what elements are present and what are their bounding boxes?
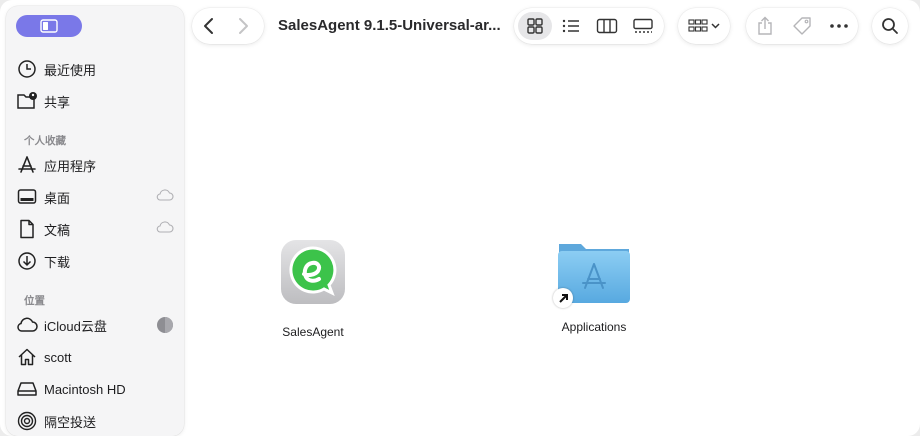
sidebar-item-label: Macintosh HD: [44, 381, 126, 397]
icloud-status-icon: [156, 189, 174, 204]
view-mode-group: [514, 8, 664, 44]
salesagent-app-icon: [279, 238, 347, 311]
sidebar-item-documents[interactable]: 文稿: [16, 214, 176, 244]
desktop-icon: [16, 186, 38, 208]
sidebar-item-shared[interactable]: 共享: [16, 86, 176, 116]
alias-arrow-icon: [553, 288, 573, 308]
icloud-status-icon: [156, 221, 174, 236]
sidebar-item-label: 共享: [44, 94, 71, 110]
airdrop-icon: [16, 410, 38, 432]
file-name: SalesAgent: [282, 325, 344, 339]
finder-window: 最近使用 共享 个人收藏 应用程序 桌面 文稿 下载 位置 iCloud云盘 s…: [0, 0, 920, 436]
applications-folder-icon: [553, 238, 634, 308]
gallery-view-button[interactable]: [626, 12, 660, 40]
file-item-salesagent[interactable]: SalesAgent: [253, 238, 373, 339]
sidebar-item-desktop[interactable]: 桌面: [16, 182, 176, 212]
locations-header: 位置: [24, 295, 45, 307]
gallery-icon: [633, 18, 653, 33]
sidebar-item-label: 应用程序: [44, 158, 97, 174]
file-item-applications[interactable]: Applications: [534, 238, 654, 334]
sidebar-item-label: 桌面: [44, 190, 71, 206]
sidebar-item-home[interactable]: scott: [16, 342, 176, 372]
ellipsis-icon: [830, 24, 849, 28]
sidebar-item-recents[interactable]: 最近使用: [16, 54, 176, 84]
tag-button[interactable]: [787, 12, 817, 40]
sidebar-item-label: scott: [44, 349, 72, 365]
share-button[interactable]: [750, 12, 780, 40]
share-icon: [757, 16, 772, 35]
more-button[interactable]: [824, 12, 854, 40]
downloads-icon: [16, 250, 38, 272]
search-button[interactable]: [872, 8, 908, 44]
home-icon: [16, 346, 38, 368]
column-view-button[interactable]: [590, 12, 624, 40]
sidebar-item-macintosh-hd[interactable]: Macintosh HD: [16, 374, 176, 404]
icloud-icon: [16, 314, 38, 336]
shared-folder-icon: [16, 90, 38, 112]
sidebar-item-icloud-drive[interactable]: iCloud云盘: [16, 310, 176, 340]
list-view-button[interactable]: [554, 12, 588, 40]
clock-icon: [16, 58, 38, 80]
list-icon: [562, 19, 579, 33]
sidebar-item-downloads[interactable]: 下载: [16, 246, 176, 276]
window-title: SalesAgent 9.1.5-Universal-ar...: [278, 17, 501, 34]
forward-button[interactable]: [226, 12, 260, 40]
sidebar-item-airdrop[interactable]: 隔空投送: [16, 406, 176, 436]
sync-progress-icon: [156, 316, 174, 337]
applications-icon: [16, 154, 38, 176]
sidebar-item-label: iCloud云盘: [44, 318, 107, 334]
grid-icon: [527, 18, 543, 34]
sidebar-toggle-button[interactable]: [16, 15, 82, 37]
file-name: Applications: [561, 320, 627, 334]
chevron-right-icon: [239, 18, 248, 34]
tag-icon: [793, 17, 811, 35]
group-by-button[interactable]: [678, 8, 730, 44]
sidebar-item-label: 下载: [44, 254, 71, 270]
icon-view-button[interactable]: [518, 12, 552, 40]
sidebar: 最近使用 共享 个人收藏 应用程序 桌面 文稿 下载 位置 iCloud云盘 s…: [6, 6, 184, 436]
sidebar-item-label: 隔空投送: [44, 414, 97, 430]
columns-icon: [596, 18, 618, 34]
sidebar-item-label: 文稿: [44, 222, 71, 238]
group-grid-icon: [688, 19, 708, 32]
chevron-down-icon: [711, 23, 720, 29]
search-icon: [882, 18, 898, 34]
navigation-group: [192, 8, 264, 44]
sidebar-item-label: 最近使用: [44, 62, 97, 78]
favorites-header: 个人收藏: [24, 135, 66, 147]
sidebar-item-applications[interactable]: 应用程序: [16, 150, 176, 180]
disk-icon: [16, 378, 38, 400]
chevron-left-icon: [204, 18, 213, 34]
back-button[interactable]: [192, 12, 226, 40]
actions-group: [746, 8, 858, 44]
documents-icon: [16, 218, 38, 240]
toolbar: SalesAgent 9.1.5-Universal-ar...: [190, 8, 912, 44]
sidebar-icon: [40, 19, 58, 33]
